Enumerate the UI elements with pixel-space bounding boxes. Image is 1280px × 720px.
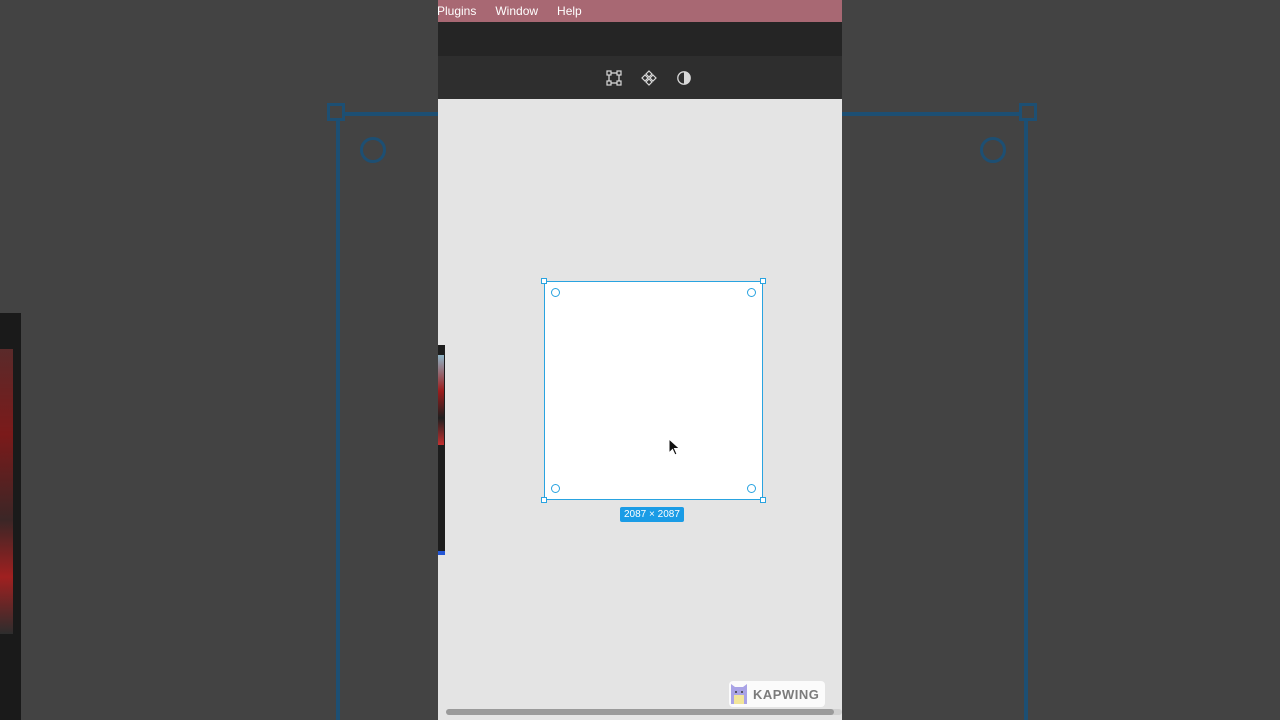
toolbar <box>438 56 842 99</box>
selected-layer-indicator <box>438 551 445 555</box>
tab-bar <box>438 22 842 56</box>
watermark-text: KAPWING <box>753 686 820 702</box>
contrast-icon[interactable] <box>674 68 694 88</box>
resize-handle-top-left[interactable] <box>541 278 547 284</box>
resize-handle-top-right[interactable] <box>760 278 766 284</box>
app-window: Plugins Window Help 2087 × 2087 KAPWING <box>438 0 842 720</box>
layers-panel-edge[interactable] <box>438 345 445 555</box>
menu-help[interactable]: Help <box>557 0 582 22</box>
canvas-area[interactable] <box>438 99 842 720</box>
rotate-handle-top-right[interactable] <box>747 288 756 297</box>
video-frame: Plugins Window Help 2087 × 2087 KAPWING <box>0 0 1280 720</box>
menu-window[interactable]: Window <box>495 0 538 22</box>
resize-handle-bottom-left[interactable] <box>541 497 547 503</box>
background-rotate-handle <box>980 137 1006 163</box>
kapwing-logo-icon <box>731 684 747 704</box>
rotate-handle-bottom-left[interactable] <box>551 484 560 493</box>
background-resize-handle <box>1019 103 1037 121</box>
background-thumbnail <box>0 349 13 634</box>
menu-bar: Plugins Window Help <box>438 0 842 22</box>
transform-icon[interactable] <box>604 68 624 88</box>
background-rotate-handle <box>360 137 386 163</box>
rotate-handle-top-left[interactable] <box>551 288 560 297</box>
layer-thumbnail <box>438 355 444 445</box>
rotate-handle-bottom-right[interactable] <box>747 484 756 493</box>
selected-artboard[interactable] <box>544 281 763 500</box>
menu-plugins[interactable]: Plugins <box>438 0 476 22</box>
component-icon[interactable] <box>639 68 659 88</box>
scrollbar-thumb[interactable] <box>446 709 834 715</box>
resize-handle-bottom-right[interactable] <box>760 497 766 503</box>
kapwing-watermark: KAPWING <box>729 681 826 707</box>
artboard-size-badge: 2087 × 2087 <box>620 507 684 522</box>
background-resize-handle <box>327 103 345 121</box>
mouse-cursor-icon <box>668 437 682 458</box>
background-layer-panel <box>0 313 21 720</box>
